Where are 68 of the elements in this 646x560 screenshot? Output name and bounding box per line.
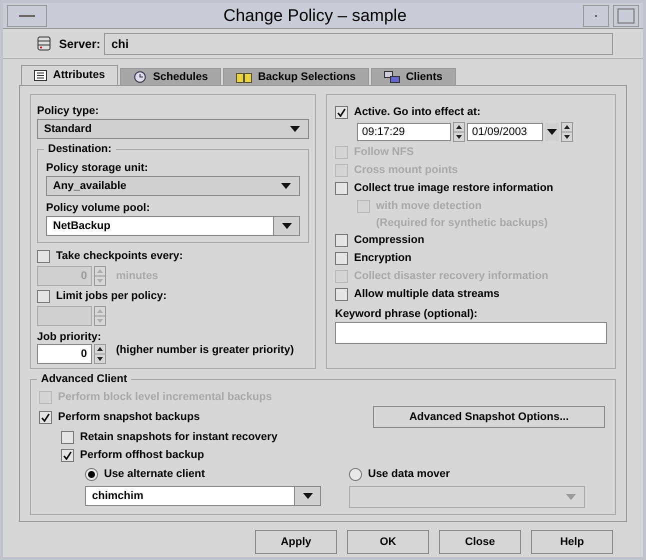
dialog-button[interactable]: OK: [347, 530, 429, 554]
checkbox-label: Allow multiple data streams: [354, 287, 500, 302]
caret-icon: [282, 223, 292, 229]
storage-unit-dropdown[interactable]: Any_available: [46, 176, 300, 196]
field-label: Job priority:: [37, 330, 102, 344]
radio-button[interactable]: [349, 468, 362, 480]
caret-icon: [290, 126, 300, 132]
tab[interactable]: Clients: [370, 68, 456, 85]
keyword-field[interactable]: [335, 322, 607, 344]
server-icon: [37, 36, 51, 51]
volume-pool-dropdown[interactable]: NetBackup: [46, 216, 300, 236]
check-icon: [41, 412, 50, 422]
check-icon: [337, 108, 346, 116]
alternate-client-dropdown[interactable]: chimchim: [85, 486, 321, 506]
time-field[interactable]: 09:17:29: [357, 123, 451, 141]
radio-label: Use data mover: [368, 466, 450, 482]
checkbox[interactable]: [61, 448, 74, 462]
server-label: Server:: [59, 36, 100, 52]
folders-icon: [236, 72, 252, 82]
window-menu-icon[interactable]: [7, 4, 47, 26]
computers-icon: [384, 71, 400, 83]
checkbox-label: Encryption: [354, 251, 412, 266]
checkbox-label: Perform snapshot backups: [58, 410, 200, 425]
advanced-snapshot-options-button[interactable]: Advanced Snapshot Options...: [373, 406, 605, 428]
priority-field[interactable]: 0: [37, 344, 92, 364]
policy-type-dropdown[interactable]: Standard: [37, 119, 309, 139]
checkbox-label: Active. Go into effect at:: [354, 104, 481, 120]
dialog-button[interactable]: Apply: [255, 530, 337, 554]
window-title: Change Policy – sample: [222, 4, 408, 27]
checkbox[interactable]: [61, 430, 74, 444]
checkbox[interactable]: [335, 106, 348, 118]
checkbox-label: Compression: [354, 233, 424, 248]
spinner-arrows-icon[interactable]: [94, 344, 106, 364]
field-label: Policy volume pool:: [46, 201, 151, 216]
checkbox[interactable]: [39, 410, 52, 424]
minimize-icon[interactable]: [583, 4, 609, 26]
field-label: Policy storage unit:: [46, 161, 150, 176]
field-label: Policy type:: [37, 104, 100, 119]
field-label: Keyword phrase (optional):: [335, 306, 478, 322]
spinner-arrows-icon[interactable]: [561, 122, 573, 142]
checkbox[interactable]: [335, 234, 348, 247]
radio-label: Use alternate client: [104, 466, 205, 482]
dialog-button[interactable]: Close: [439, 530, 521, 554]
spinner-arrows-icon[interactable]: [453, 122, 465, 142]
maximize-icon[interactable]: [613, 4, 639, 26]
caret-icon: [281, 183, 291, 189]
checkbox[interactable]: [335, 182, 348, 194]
checkbox[interactable]: [335, 288, 348, 301]
checkbox-label: Take checkpoints every:: [56, 248, 183, 264]
tab[interactable]: Backup Selections: [222, 68, 369, 85]
caret-icon: [566, 494, 576, 500]
date-field[interactable]: 01/09/2003: [467, 123, 543, 141]
checkbox-label: Collect true image restore information: [354, 180, 554, 196]
checkbox-label: Perform offhost backup: [80, 448, 204, 463]
dialog-button[interactable]: Help: [531, 530, 613, 554]
checkbox[interactable]: [335, 252, 348, 265]
tab[interactable]: Attributes: [21, 65, 118, 85]
priority-note: (higher number is greater priority): [116, 344, 295, 357]
check-icon: [63, 450, 72, 460]
caret-icon: [547, 129, 557, 135]
radio-button[interactable]: [85, 468, 98, 480]
caret-icon: [302, 493, 312, 499]
checkbox-label: Limit jobs per policy:: [56, 288, 167, 304]
checkbox-label: Retain snapshots for instant recovery: [80, 430, 278, 445]
server-field[interactable]: chi: [104, 32, 613, 54]
tab[interactable]: Schedules: [120, 68, 221, 85]
form-icon: [34, 70, 47, 81]
clock-icon: [132, 71, 147, 83]
